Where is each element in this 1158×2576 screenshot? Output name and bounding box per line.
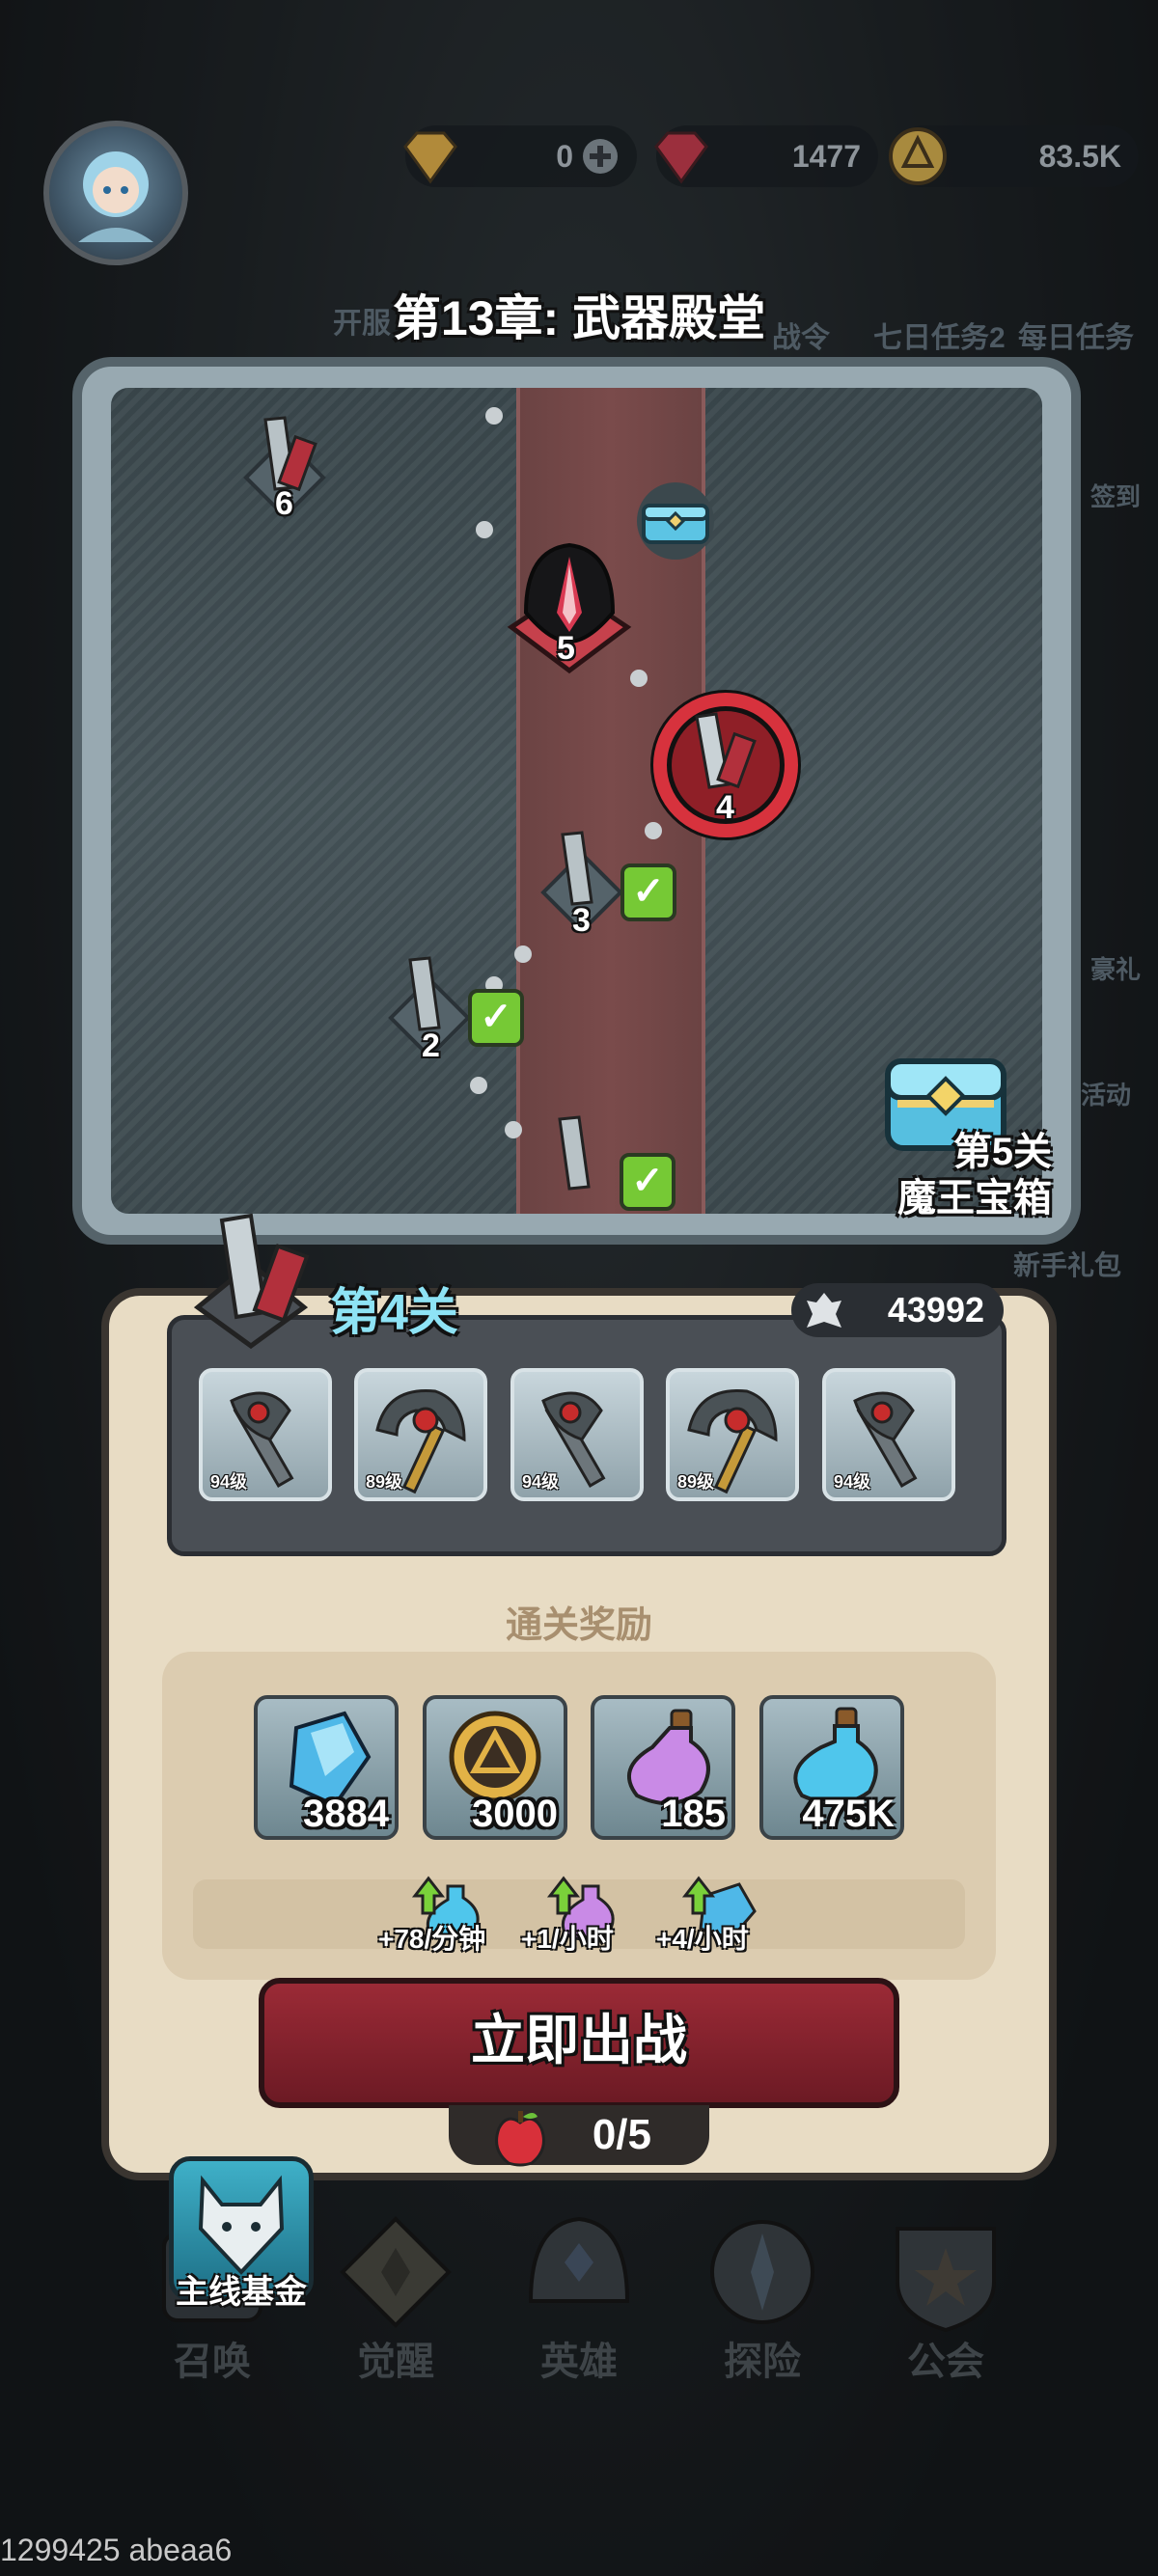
boss-chest-stage: 第5关 — [952, 1131, 1052, 1173]
nav-awaken-label[interactable]: 觉醒 — [318, 2330, 473, 2386]
compass-icon — [710, 2220, 814, 2324]
path-dot — [505, 1121, 522, 1138]
reward-item[interactable]: 3000 — [423, 1695, 567, 1840]
enemy-slot[interactable]: 94级 — [510, 1368, 644, 1501]
reward-amount: 3884 — [303, 1793, 389, 1835]
enemy-power-value: 43992 — [887, 1290, 984, 1329]
path-dot — [514, 945, 532, 963]
stage-node-6[interactable]: 6 — [227, 410, 343, 526]
gem-amount: 1477 — [791, 138, 861, 174]
stage-number: 3 — [572, 902, 591, 939]
treasure-chest-icon[interactable] — [632, 482, 719, 560]
enemy-level: 94级 — [210, 1472, 248, 1492]
awaken-icon — [340, 2216, 452, 2328]
enemy-level: 94级 — [834, 1472, 871, 1492]
cleared-check-icon: ✓ — [620, 863, 676, 921]
topaz-gem-icon — [403, 131, 457, 184]
path-dot — [470, 1077, 487, 1094]
boss-chest-label[interactable]: 第5关 魔王宝箱 — [864, 1129, 1052, 1221]
nav-explore-label[interactable]: 探险 — [685, 2330, 840, 2386]
stage-number: 5 — [557, 630, 575, 667]
gold-amount: 83.5K — [1038, 138, 1121, 174]
stage-node-5-boss[interactable]: 5 — [497, 535, 642, 680]
enemy-slot[interactable]: 89级 — [354, 1368, 487, 1501]
reward-amount: 185 — [661, 1793, 726, 1835]
enemy-level: 89级 — [677, 1472, 715, 1492]
fight-now-button[interactable]: 立即出战 — [259, 1978, 899, 2108]
ruby-gem-icon — [654, 131, 708, 184]
reward-amount: 475K — [802, 1793, 895, 1835]
rewards-title: 通关奖励 — [505, 1605, 652, 1646]
path-dot — [476, 521, 493, 538]
debug-build-id: 1299425 abeaa6 — [0, 2533, 233, 2567]
topaz-counter[interactable]: 0 — [403, 125, 637, 187]
idle-rate: +78/分钟 — [378, 1924, 486, 1954]
enemy-slot[interactable]: 89级 — [666, 1368, 799, 1501]
stage-number: 2 — [422, 1028, 440, 1064]
idle-rate: +1/小时 — [521, 1924, 614, 1954]
reward-amount: 3000 — [472, 1793, 558, 1835]
bg-signin-label[interactable]: 签到 — [1090, 478, 1141, 513]
cleared-check-icon: ✓ — [468, 989, 524, 1047]
player-avatar[interactable] — [43, 121, 188, 265]
guild-shield-icon — [896, 2227, 996, 2333]
chapter-map: 6 5 4 3 ✓ 2 ✓ ✓ 第5关 魔王宝箱 — [82, 367, 1071, 1235]
gem-counter[interactable]: 1477 — [654, 125, 878, 187]
stage-number: 6 — [275, 485, 293, 522]
avatar-portrait-icon — [78, 151, 153, 242]
stage-node-4-current[interactable]: 4 — [644, 683, 808, 847]
bg-gift-label[interactable]: 豪礼 — [1090, 950, 1141, 986]
nav-summon-label[interactable]: 召唤 — [135, 2330, 290, 2386]
reward-item[interactable]: 475K — [759, 1695, 904, 1840]
main-line-fund-label[interactable]: 主线基金 — [169, 2265, 314, 2313]
stamina-counter: 0/5 — [449, 2105, 709, 2167]
reward-item[interactable]: 185 — [591, 1695, 735, 1840]
stage-sword-emblem-icon — [193, 1213, 310, 1350]
idle-rate: +4/小时 — [656, 1924, 749, 1954]
hero-helmet-icon — [528, 2216, 630, 2303]
cleared-check-icon: ✓ — [620, 1153, 676, 1211]
gold-coin-icon — [889, 127, 947, 185]
apple-icon — [495, 2111, 545, 2167]
path-dot — [485, 407, 503, 425]
enemy-level: 94级 — [522, 1472, 560, 1492]
bg-newbie-pack-label[interactable]: 新手礼包 — [1013, 1245, 1121, 1283]
power-icon — [807, 1293, 841, 1328]
nav-heroes-label[interactable]: 英雄 — [502, 2330, 656, 2386]
enemy-level: 89级 — [366, 1472, 403, 1492]
enemy-slot[interactable]: 94级 — [822, 1368, 955, 1501]
stage-name: 第4关 — [330, 1285, 458, 1341]
reward-item[interactable]: 3884 — [254, 1695, 399, 1840]
enemy-slot[interactable]: 94级 — [199, 1368, 332, 1501]
topaz-amount: 0 — [556, 138, 573, 174]
chapter-title: 第13章: 武器殿堂 — [392, 291, 766, 345]
enemy-power: 43992 — [791, 1283, 1004, 1337]
boss-chest-name: 魔王宝箱 — [897, 1177, 1052, 1219]
add-topaz-icon[interactable] — [581, 137, 620, 176]
nav-guild-label[interactable]: 公会 — [868, 2330, 1023, 2386]
bg-activity-label[interactable]: 活动 — [1081, 1076, 1131, 1111]
stage-number: 4 — [716, 789, 734, 826]
gold-counter[interactable]: 83.5K — [889, 125, 1139, 187]
stamina-value: 0/5 — [592, 2111, 651, 2158]
